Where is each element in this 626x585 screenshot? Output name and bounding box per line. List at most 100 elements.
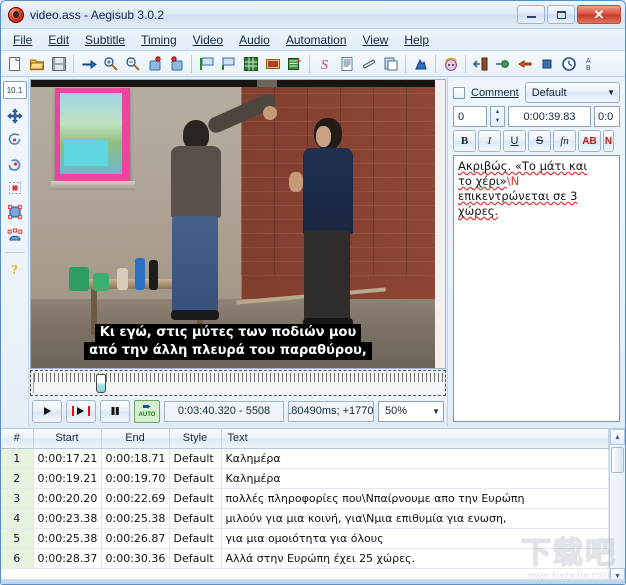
grid-vertical-scrollbar[interactable]: ▲ ▼ <box>609 429 625 584</box>
seek-thumb[interactable] <box>96 374 106 393</box>
column-header-start[interactable]: Start <box>33 429 102 449</box>
shift-times-current-icon[interactable] <box>166 53 187 74</box>
pause-button[interactable] <box>100 399 130 423</box>
strikeout-button[interactable]: S <box>528 130 551 152</box>
primary-color-button[interactable]: AB <box>578 130 601 152</box>
new-subtitles-icon[interactable] <box>4 53 25 74</box>
fix-styles-icon[interactable] <box>514 53 535 74</box>
maximize-button[interactable] <box>547 5 575 24</box>
menu-help[interactable]: Help <box>396 30 437 50</box>
scroll-up-button[interactable]: ▲ <box>610 429 625 445</box>
comment-checkbox[interactable] <box>453 86 465 99</box>
table-row[interactable]: 6 0:00:28.37 0:00:30.36 Default Αλλά στη… <box>1 548 609 569</box>
text-style-buttons: B I U S fn AB N <box>453 130 620 152</box>
underline-button[interactable]: U <box>503 130 526 152</box>
dark-bottle <box>149 260 158 290</box>
secondary-color-button[interactable]: N <box>603 130 614 152</box>
clock-icon[interactable] <box>558 53 579 74</box>
scale-tool-icon[interactable] <box>4 177 26 199</box>
row-end: 0:00:22.69 <box>101 488 170 509</box>
video-zoom-dropdown[interactable]: 50% ▼ <box>378 400 444 422</box>
spinner-down-icon[interactable]: ▼ <box>491 117 504 127</box>
vector-clip-tool-icon[interactable] <box>4 225 26 247</box>
play-button[interactable] <box>32 399 62 423</box>
ceiling <box>31 80 435 87</box>
video-seek-slider[interactable] <box>33 373 443 393</box>
menu-subtitle[interactable]: Subtitle <box>77 30 133 50</box>
attachments-icon[interactable] <box>262 53 283 74</box>
select-lines-icon[interactable] <box>410 53 431 74</box>
scrollbar-thumb[interactable] <box>611 447 624 473</box>
spell-checker-icon[interactable]: S <box>314 53 335 74</box>
font-button[interactable]: fn <box>553 130 576 152</box>
table-row[interactable]: 4 0:00:23.38 0:00:25.38 Default μιλούν γ… <box>1 508 609 529</box>
properties-icon[interactable] <box>336 53 357 74</box>
bold-button[interactable]: B <box>453 130 476 152</box>
open-subtitles-icon[interactable] <box>26 53 47 74</box>
menu-video[interactable]: Video <box>185 30 231 50</box>
jump-to-icon[interactable] <box>78 53 99 74</box>
menu-file[interactable]: File <box>5 30 40 50</box>
style-dropdown[interactable]: Default ▼ <box>524 82 620 103</box>
row-text: μιλούν για μια κοινή, για\Nμια επιθυμία … <box>221 508 609 529</box>
table-row[interactable]: 3 0:00:20.20 0:00:22.69 Default πολλές π… <box>1 488 609 509</box>
table-row[interactable]: 1 0:00:17.21 0:00:18.71 Default Καλημέρα <box>1 448 609 469</box>
row-number: 4 <box>1 508 34 529</box>
stop-icon[interactable] <box>536 53 557 74</box>
column-header-style[interactable]: Style <box>169 429 222 449</box>
editor-text-span: επικεντρώνεται σε 3 <box>458 189 578 203</box>
rectangular-clip-tool-icon[interactable] <box>4 201 26 223</box>
row-style: Default <box>169 548 222 569</box>
maximize-icon <box>556 10 566 19</box>
menu-timing[interactable]: Timing <box>133 30 185 50</box>
ceiling-opening <box>257 80 278 87</box>
close-button[interactable]: ✕ <box>577 5 621 24</box>
video-display[interactable]: Κι εγώ, στις μύτες των ποδιών μου από τη… <box>30 79 446 369</box>
column-header-number[interactable]: # <box>1 429 34 449</box>
drag-subtitles-tool-icon[interactable] <box>4 105 26 127</box>
visual-tools-strip: 10.1 ? <box>1 78 29 426</box>
person-right-body <box>303 148 353 234</box>
snap-end-to-video-icon[interactable] <box>218 53 239 74</box>
menu-audio[interactable]: Audio <box>231 30 278 50</box>
visual-zoom-field[interactable]: 10.1 <box>2 81 27 99</box>
rotate-z-tool-icon[interactable] <box>4 129 26 151</box>
table-row[interactable]: 2 0:00:19.21 0:00:19.70 Default Καλημέρα <box>1 468 609 489</box>
help-tool-icon[interactable]: ? <box>4 258 26 280</box>
table-row[interactable]: 5 0:00:25.38 0:00:26.87 Default για μια … <box>1 528 609 549</box>
shift-times-icon[interactable] <box>144 53 165 74</box>
zoom-in-icon[interactable] <box>100 53 121 74</box>
spinner-up-icon[interactable]: ▲ <box>491 107 504 117</box>
play-line-button[interactable] <box>66 399 96 423</box>
end-time-field[interactable]: 0:0 <box>594 106 620 127</box>
column-header-text[interactable]: Text <box>221 429 609 449</box>
resample-icon[interactable] <box>358 53 379 74</box>
menu-edit[interactable]: Edit <box>40 30 77 50</box>
start-time-field[interactable]: 0:00:39.83 <box>508 106 591 127</box>
layer-field[interactable]: 0 <box>453 106 487 127</box>
zoom-out-icon[interactable] <box>122 53 143 74</box>
grid-table-area[interactable]: # Start End Style Text 1 0:00:17.21 0:00… <box>1 429 609 584</box>
styles-manager-icon[interactable] <box>240 53 261 74</box>
paste-over-icon[interactable] <box>380 53 401 74</box>
italic-button[interactable]: I <box>478 130 501 152</box>
save-subtitles-icon[interactable] <box>48 53 69 74</box>
subtitle-text-editor[interactable]: Ακριβώς. «Το μάτι και το χέρι»\N επικεντ… <box>453 155 620 422</box>
video-zoom-value: 50% <box>385 405 408 417</box>
menu-view[interactable]: View <box>355 30 397 50</box>
abc-icon[interactable]: AB <box>580 53 601 74</box>
editor-text-span: χώρες. <box>458 204 499 218</box>
shift-to-frame-icon[interactable] <box>470 53 491 74</box>
rotate-xy-tool-icon[interactable] <box>4 153 26 175</box>
column-header-end[interactable]: End <box>101 429 170 449</box>
auto-commit-toggle[interactable]: ➨ AUTO <box>134 399 160 423</box>
kanji-timer-icon[interactable] <box>440 53 461 74</box>
layer-spinner[interactable]: ▲ ▼ <box>490 106 505 127</box>
row-text: για μια ομοιότητα για όλους <box>221 528 609 549</box>
fonts-collector-icon[interactable] <box>284 53 305 74</box>
timing-postprocessor-icon[interactable] <box>492 53 513 74</box>
menu-automation[interactable]: Automation <box>278 30 355 50</box>
snap-start-to-video-icon[interactable] <box>196 53 217 74</box>
row-start: 0:00:17.21 <box>33 448 102 469</box>
minimize-button[interactable] <box>517 5 545 24</box>
